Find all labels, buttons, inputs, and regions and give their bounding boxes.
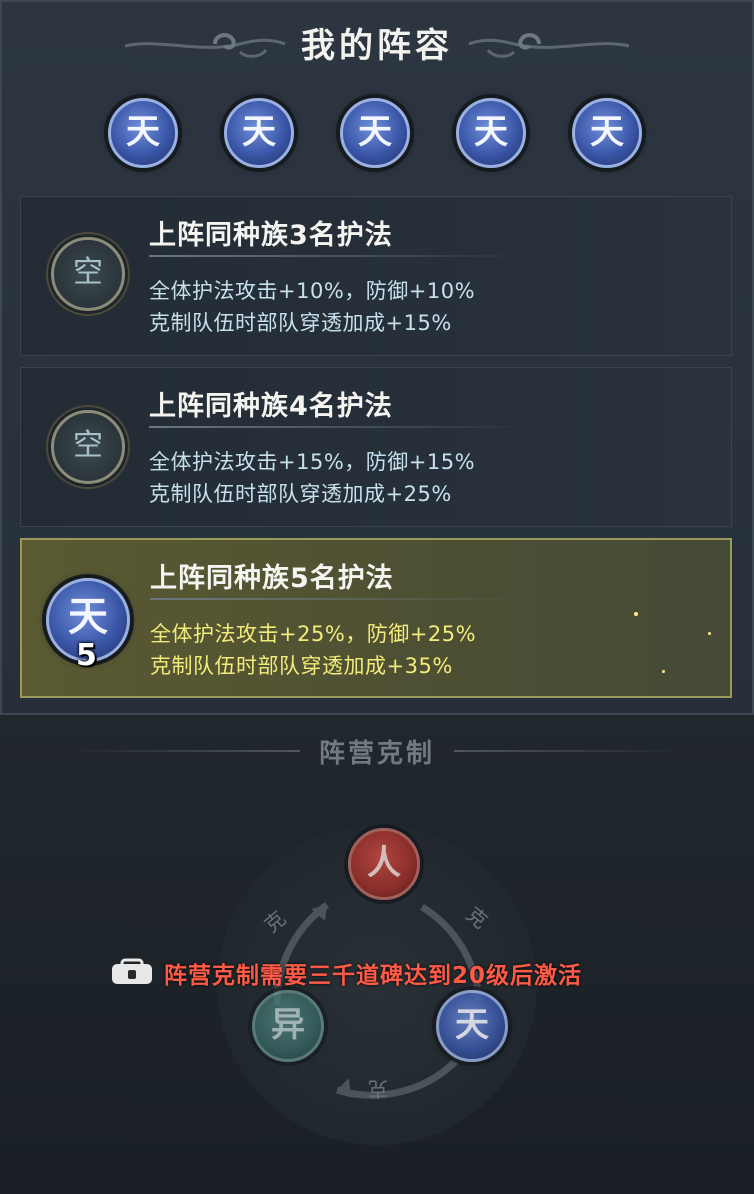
bond-effect-line-2: 克制队伍时部队穿透加成+15% [149, 311, 452, 335]
divider [149, 426, 529, 428]
lineup-slot-1[interactable]: 天 [108, 98, 178, 168]
bond-card-3: 空 上阵同种族3名护法 全体护法攻击+10%，防御+10% 克制队伍时部队穿透加… [20, 196, 732, 356]
lineup-slot-5[interactable]: 天 [572, 98, 642, 168]
empty-slot-icon: 空 [51, 410, 125, 484]
ren-faction-icon: 人 [348, 828, 420, 900]
tian-faction-icon: 天 [242, 112, 276, 152]
yi-faction-icon: 异 [252, 990, 324, 1062]
bond-card-4: 空 上阵同种族4名护法 全体护法攻击+15%，防御+15% 克制队伍时部队穿透加… [20, 367, 732, 527]
empty-slot-icon: 空 [51, 237, 125, 311]
bond-title: 上阵同种族3名护法 [149, 220, 393, 251]
lock-icon [112, 958, 152, 984]
counter-label-bottom: 克 [368, 1077, 388, 1101]
tian-faction-icon: 天 [436, 990, 508, 1062]
bond-title: 上阵同种族4名护法 [149, 391, 393, 422]
hero-count-badge: 5 [76, 638, 97, 673]
lineup-slot-3[interactable]: 天 [340, 98, 410, 168]
tian-faction-icon: 天 [474, 112, 508, 152]
page-title: 我的阵容 [301, 26, 453, 66]
bond-title: 上阵同种族5名护法 [150, 563, 394, 594]
lock-notice: 阵营克制需要三千道碑达到20级后激活 [108, 953, 582, 993]
bond-slot-glyph: 天 [68, 593, 108, 640]
bond-effect-line-1: 全体护法攻击+10%，防御+10% [149, 279, 476, 303]
sparkle-icon [662, 670, 665, 673]
bond-card-5-active: 天 5 上阵同种族5名护法 全体护法攻击+25%，防御+25% 克制队伍时部队穿… [20, 538, 732, 698]
tian-faction-icon: 天 [590, 112, 624, 152]
bond-effect-line-1: 全体护法攻击+25%，防御+25% [150, 622, 477, 646]
sparkle-icon [708, 632, 711, 635]
tian-faction-icon: 天 [358, 112, 392, 152]
lock-message: 阵营克制需要三千道碑达到20级后激活 [164, 963, 583, 989]
bond-effect-line-2: 克制队伍时部队穿透加成+25% [149, 482, 452, 506]
lineup-slot-2[interactable]: 天 [224, 98, 294, 168]
divider [454, 750, 684, 752]
sparkle-icon [634, 612, 638, 616]
tian-faction-icon: 天 [126, 112, 160, 152]
cloud-ornament-right-icon [468, 33, 630, 58]
lineup-slot-4[interactable]: 天 [456, 98, 526, 168]
bond-effect-line-1: 全体护法攻击+15%，防御+15% [149, 450, 476, 474]
divider [149, 255, 529, 257]
bond-effect-line-2: 克制队伍时部队穿透加成+35% [150, 654, 453, 678]
divider [150, 598, 530, 600]
